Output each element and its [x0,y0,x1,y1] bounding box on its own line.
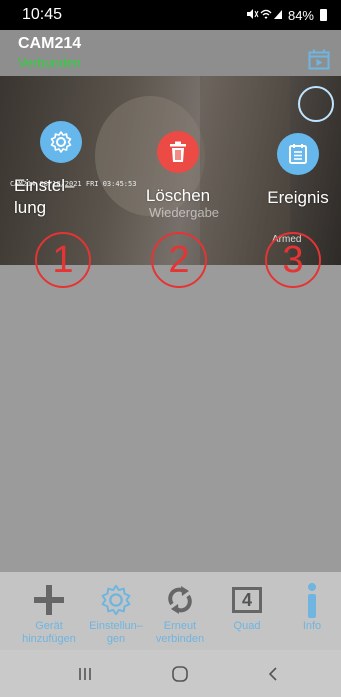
settings-label: Einstellun– gen [89,620,143,645]
settings-button[interactable]: Einstellun– gen [80,580,152,646]
status-time: 10:45 [22,6,63,23]
bottom-toolbar: Gerät hinzufügen Einstellun– gen Erneut … [0,572,341,650]
info-button[interactable]: Info [276,580,341,633]
camera-header: CAM214 Verbunden [0,30,341,76]
event-action[interactable]: Ereignis [258,133,338,209]
event-action-label: Ereignis [267,188,329,207]
settings-action[interactable]: Einstel– lung [14,121,98,219]
camera-name: CAM214 [18,35,82,52]
delete-action-label: Löschen [145,186,211,205]
connectivity-icons [246,8,282,19]
back-button[interactable] [258,662,288,686]
home-icon [172,666,188,682]
reconnect-label: Erneut verbinden [155,620,205,645]
info-icon [308,583,316,618]
playback-calendar-icon[interactable] [308,49,330,70]
recent-apps-icon [79,668,91,680]
info-label: Info [302,620,322,632]
gear-icon [101,584,131,616]
status-right: 84% [246,8,327,23]
gear-icon [50,131,72,153]
home-button[interactable] [165,662,195,686]
annotation-number-1: 1 [35,232,91,288]
trash-icon [170,141,186,162]
record-button[interactable] [298,86,334,122]
event-action-circle[interactable] [277,133,319,175]
playback-watermark: Wiedergabe [148,205,220,220]
calendar-list-icon [289,144,307,164]
signal-icons [246,8,284,23]
reconnect-button[interactable]: Erneut verbinden [144,580,216,646]
status-bar: 10:45 84% [0,0,341,30]
settings-action-circle[interactable] [40,121,82,163]
delete-action[interactable]: Löschen [133,131,223,207]
add-device-button[interactable]: Gerät hinzufügen [13,580,85,646]
settings-action-label: Einstel– lung [14,176,75,217]
camera-list-area [11,265,331,572]
quad-view-button[interactable]: 4 Quad [211,580,283,633]
delete-action-circle[interactable] [157,131,199,173]
quad-icon: 4 [232,587,262,613]
annotation-number-2: 2 [151,232,207,288]
connection-status: Verbunden [18,55,81,70]
battery-icon [320,9,327,21]
system-nav-bar [0,650,341,697]
recent-apps-button[interactable] [70,662,100,686]
annotation-number-3: 3 [265,232,321,288]
quad-label: Quad [233,620,261,632]
back-icon [268,667,277,681]
battery-percent: 84% [287,7,314,23]
plus-icon [34,585,64,615]
add-device-label: Gerät hinzufügen [22,620,76,645]
refresh-icon [168,586,192,614]
